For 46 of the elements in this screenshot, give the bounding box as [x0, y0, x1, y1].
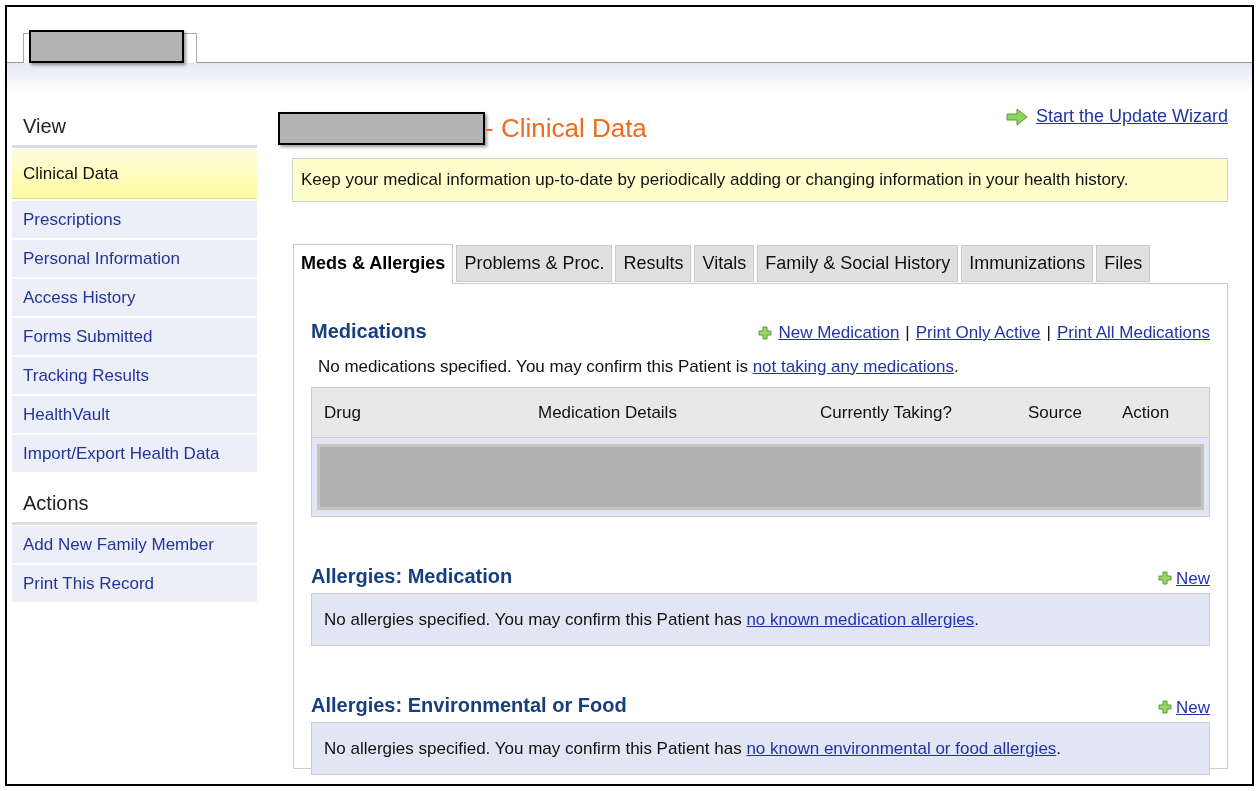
column-header: Medication Details	[537, 401, 678, 424]
message-text: No medications specified. You may confirm this Patient is not taking any medications.	[318, 355, 960, 378]
sidebar-item[interactable]: Import/Export Health Data	[12, 435, 257, 472]
tab[interactable]: Problems & Proc.	[456, 244, 613, 282]
sidebar-item[interactable]: Forms Submitted	[12, 318, 257, 355]
message-text: No allergies specified. You may confirm this Patient has no known medication allergies.	[324, 608, 979, 631]
message-text: No allergies specified. You may confirm this Patient has no known environmental or food allergies.	[324, 737, 1062, 760]
plus-icon	[1158, 571, 1172, 586]
section-heading: Allergies: Medication	[311, 564, 513, 589]
arrow-icon	[1005, 107, 1028, 126]
action-link[interactable]: Print Only Active	[915, 320, 1041, 346]
new-link[interactable]: New	[1158, 565, 1210, 591]
tab[interactable]: Vitals	[694, 244, 755, 282]
plus-icon	[758, 325, 773, 340]
notice-banner: Keep your medical information up-to-date by periodically adding or changing information in your health history.	[292, 158, 1228, 202]
sidebar-item[interactable]: HealthVault	[12, 396, 257, 433]
wizard-link[interactable]: Start the Update Wizard	[1005, 103, 1228, 130]
confirm-link[interactable]: no known environmental or food allergies	[746, 738, 1057, 758]
separator-text: |	[905, 322, 910, 344]
new-link[interactable]: New	[1158, 694, 1210, 720]
separator-text: |	[1046, 322, 1051, 344]
confirm-link[interactable]: no known medication allergies	[746, 609, 975, 629]
sidebar-item[interactable]: Add New Family Member	[12, 526, 257, 563]
sidebar-item[interactable]: Clinical Data	[12, 149, 257, 199]
column-header: Drug	[323, 401, 362, 424]
sidebar-item[interactable]: Personal Information	[12, 240, 257, 277]
page-title: - Clinical Data	[485, 112, 647, 145]
tab[interactable]: Immunizations	[961, 244, 1094, 282]
top-tab[interactable]	[23, 33, 197, 63]
column-header: Action	[1121, 401, 1171, 424]
tab[interactable]: Files	[1096, 244, 1151, 282]
plus-icon	[1158, 700, 1172, 715]
tab[interactable]: Meds & Allergies	[293, 243, 454, 284]
action-link[interactable]: Print All Medications	[1056, 320, 1210, 346]
confirm-link[interactable]: not taking any medications	[752, 356, 954, 376]
sidebar-item[interactable]: Prescriptions	[12, 201, 257, 238]
column-header: Source	[1027, 401, 1083, 424]
tab[interactable]: Family & Social History	[757, 244, 959, 282]
sidebar-item[interactable]: Tracking Results	[12, 357, 257, 394]
tab[interactable]: Results	[615, 244, 692, 282]
sidebar-item[interactable]: Access History	[12, 279, 257, 316]
section-heading: Allergies: Environmental or Food	[311, 693, 627, 718]
sidebar-item[interactable]: Print This Record	[12, 565, 257, 602]
column-header: Currently Taking?	[819, 401, 953, 424]
section-heading: Medications	[311, 318, 427, 344]
action-link[interactable]: New Medication	[778, 320, 900, 346]
